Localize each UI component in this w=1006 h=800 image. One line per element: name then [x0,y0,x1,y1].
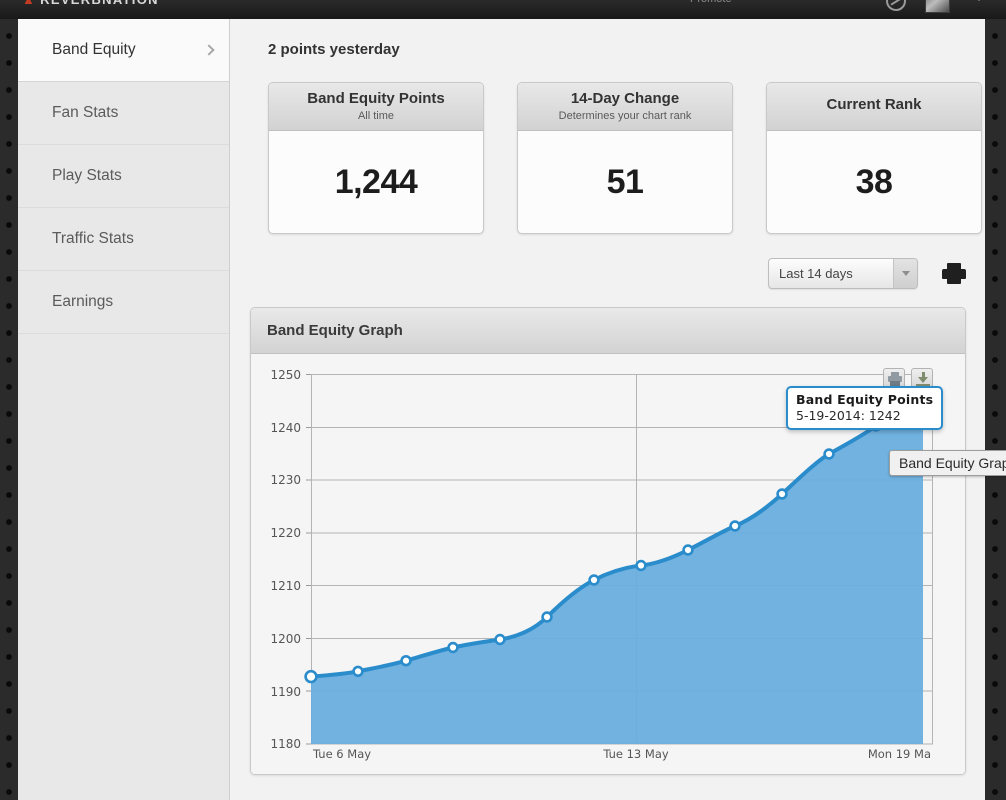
svg-text:Mon 19 Ma: Mon 19 Ma [868,747,931,761]
sidebar-item-traffic-stats[interactable]: Traffic Stats [18,208,229,271]
stat-cards: Band Equity Points All time 1,244 14-Day… [268,82,982,234]
stat-card-body: 1,244 [269,131,483,233]
chart-tool-buttons [883,368,933,388]
stat-card-subtitle: Determines your chart rank [558,109,692,122]
sidebar-item-band-equity[interactable]: Band Equity [18,19,229,82]
logo-mark-icon: ▲ [22,0,36,7]
app-root: ▲ REVERBNATION Promote Band Equity Fan St… [0,0,1006,800]
stat-card-body: 38 [767,131,981,233]
chart-tooltip-value: 5-19-2014: 1242 [796,408,901,423]
chart-tooltip: Band Equity Points 5-19-2014: 1242 [786,386,944,430]
sidebar-item-label: Earnings [52,293,114,310]
panel-title: Band Equity Graph [267,322,403,339]
stat-card-header: 14-Day Change Determines your chart rank [518,83,732,131]
printer-icon[interactable] [942,262,966,286]
left-edge-strip [0,0,18,800]
band-equity-graph-panel: Band Equity Graph 1250 1240 1230 1220 12… [250,307,966,775]
stat-card-header: Band Equity Points All time [269,83,483,131]
svg-text:1240: 1240 [270,421,301,435]
svg-text:1210: 1210 [270,579,301,593]
svg-text:1250: 1250 [270,368,301,382]
site-logo[interactable]: ▲ REVERBNATION [22,0,159,7]
svg-text:1230: 1230 [270,473,301,487]
stat-card-title: Band Equity Points [307,90,445,108]
sidebar-item-label: Traffic Stats [52,230,134,247]
sidebar-item-label: Play Stats [52,167,122,184]
panel-header: Band Equity Graph [251,308,965,354]
sidebar-item-play-stats[interactable]: Play Stats [18,145,229,208]
stat-card-body: 51 [518,131,732,233]
right-edge-strip [985,0,1006,800]
printer-icon[interactable] [883,368,905,388]
stat-card-title: Current Rank [826,96,922,114]
svg-text:1190: 1190 [270,685,301,699]
svg-text:1220: 1220 [270,526,301,540]
stat-card-header: Current Rank [767,83,981,131]
sidebar-item-label: Fan Stats [52,104,119,121]
download-icon[interactable] [911,368,933,388]
sidebar-item-earnings[interactable]: Earnings [18,271,229,334]
logo-text: REVERBNATION [40,0,159,7]
stat-card-band-equity-points: Band Equity Points All time 1,244 [268,82,484,234]
stat-card-value: 1,244 [334,162,418,201]
sidebar-item-label: Band Equity [52,41,136,58]
stat-card-title: 14-Day Change [570,90,680,108]
chart-tooltip-title: Band Equity Points [796,392,934,407]
page-subtitle: 2 points yesterday [268,41,400,58]
stat-card-subtitle: All time [357,109,395,122]
chevron-down-icon[interactable] [893,259,917,288]
svg-text:Tue 6 May: Tue 6 May [312,747,371,761]
sidebar-item-fan-stats[interactable]: Fan Stats [18,82,229,145]
avatar[interactable] [925,0,950,13]
page-shell: Band Equity Fan Stats Play Stats Traffic… [18,19,985,800]
panel-body: 1250 1240 1230 1220 1210 1200 1190 1180 [251,354,965,774]
svg-text:Tue 13 May: Tue 13 May [602,747,669,761]
browser-top-bar: ▲ REVERBNATION Promote [0,0,1006,19]
stat-card-14-day-change: 14-Day Change Determines your chart rank… [517,82,733,234]
globe-icon[interactable] [886,0,906,11]
svg-text:1180: 1180 [270,737,301,751]
chart-controls: Last 14 days [768,258,966,289]
main-content: 2 points yesterday Band Equity Points Al… [231,19,985,800]
stat-card-value: 38 [855,162,893,201]
topbar-nav-link[interactable]: Promote [690,0,732,5]
stat-card-current-rank: Current Rank 38 [766,82,982,234]
date-range-select[interactable]: Last 14 days [768,258,918,289]
date-range-select-value: Last 14 days [779,266,853,281]
native-tooltip: Band Equity Graph [889,450,1006,476]
sidebar: Band Equity Fan Stats Play Stats Traffic… [18,19,230,800]
chevron-right-icon [203,44,215,56]
chevron-down-icon[interactable] [974,0,984,1]
stat-card-value: 51 [606,162,644,201]
svg-text:1200: 1200 [270,632,301,646]
